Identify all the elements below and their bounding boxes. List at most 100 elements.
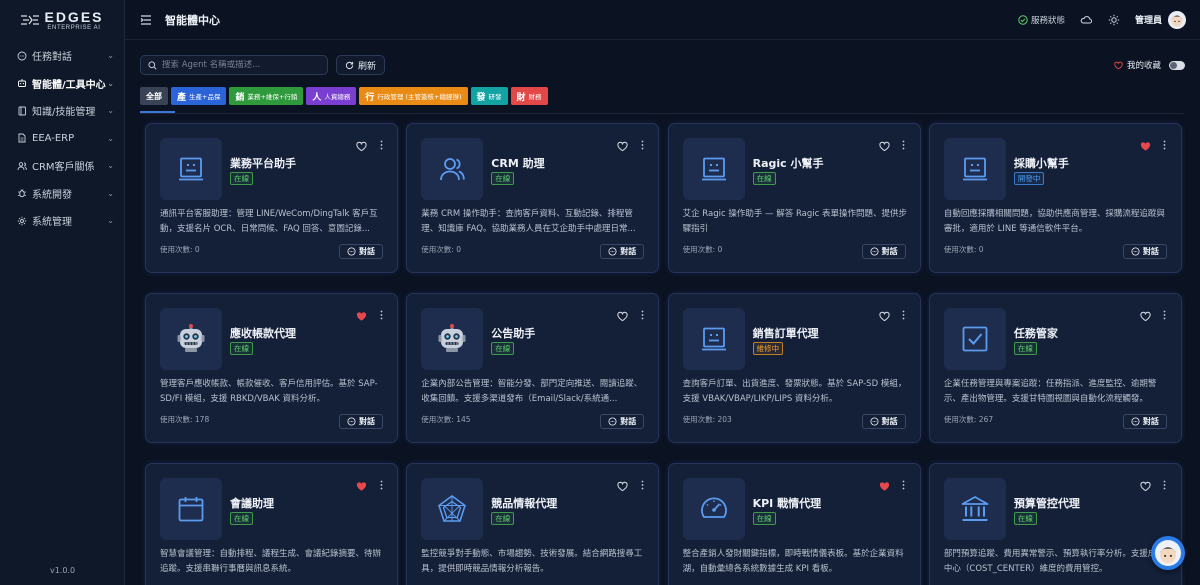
user-name[interactable]: 管理員 — [1135, 13, 1162, 26]
cloud-icon[interactable] — [1079, 13, 1093, 27]
user-avatar[interactable] — [1168, 10, 1186, 29]
heart-outline-icon[interactable] — [617, 311, 628, 322]
chat-button[interactable]: 對話 — [600, 244, 645, 259]
chat-button[interactable]: 對話 — [339, 244, 383, 259]
chat-button[interactable]: 對話 — [339, 414, 383, 429]
chevron-down-icon: ⌄ — [107, 106, 114, 116]
more-options-icon[interactable] — [638, 479, 646, 491]
sidebar: EDGES ENTERPRISE AI 任務對話 ⌄ 智能體/工具中心 ⌄ 知識/技能管… — [0, 0, 125, 585]
sidebar-item-label: CRM客戶關係 — [32, 162, 95, 174]
favorites-label: 我的收藏 — [1126, 61, 1161, 71]
heart-outline-icon[interactable] — [617, 481, 628, 492]
sidebar-item-2[interactable]: 知識/技能管理 ⌄ — [0, 97, 124, 125]
sidebar-item-1[interactable]: 智能體/工具中心 ⌄ — [0, 70, 124, 98]
top-bar: 智能體中心 服務狀態 管理員 — [125, 0, 1200, 40]
more-options-icon[interactable] — [900, 479, 908, 491]
agent-card[interactable]: 任務管家 在線 企業任務管理與專案追蹤：任務指派、進度監控、逾期警示、產出物管理。支… — [928, 293, 1182, 443]
sidebar-item-4[interactable]: CRM客戶關係 ⌄ — [0, 152, 124, 180]
chat-icon — [1131, 247, 1140, 256]
status-badge: 在線 — [1013, 342, 1037, 355]
brand-logo[interactable]: EDGES ENTERPRISE AI — [0, 0, 124, 40]
more-options-icon[interactable] — [377, 309, 385, 321]
usage-count: 使用次數: 267 — [943, 415, 994, 424]
heart-outline-icon[interactable] — [879, 311, 890, 322]
heart-outline-icon[interactable] — [879, 141, 890, 152]
agent-description: 監控競爭對手動態、市場趨勢、技術發展。結合網路搜尋工具，提供即時競品情報分析報告… — [421, 549, 643, 574]
category-tab-0[interactable]: 全部 — [140, 87, 168, 105]
chevron-down-icon: ⌄ — [107, 78, 114, 88]
agent-card[interactable]: 應收帳款代理 在線 管理客戶應收帳款、帳款催收、客戶信用評估。基於 SAP-SD/F… — [145, 293, 398, 443]
chat-button[interactable]: 對話 — [1122, 414, 1167, 429]
chat-button[interactable]: 對話 — [861, 244, 906, 259]
heart-outline-icon[interactable] — [1140, 481, 1151, 492]
toolbar: 刷新 — [140, 55, 386, 75]
category-tab-4[interactable]: 行行政管理 (主管簽核+總經辦) — [359, 87, 468, 105]
service-status[interactable]: 服務狀態 — [1018, 14, 1065, 26]
agent-card[interactable]: 公告助手 在線 企業內部公告管理：智能分發、部門定向推送、閱讀追蹤、收集回饋。支援多… — [406, 293, 660, 443]
agent-card[interactable]: 業務平台助手 在線 通訊平台客服助理：管理 LINE/WeCom/DingTalk … — [145, 123, 398, 273]
menu-toggle-icon[interactable] — [139, 13, 153, 27]
chat-icon — [608, 417, 617, 426]
category-label: 財務 — [528, 93, 542, 101]
agent-card[interactable]: 競品情報代理 在線 監控競爭對手動態、市場趨勢、技術發展。結合網路搜尋工具，提供即時… — [406, 463, 660, 585]
chat-button[interactable]: 對話 — [1122, 244, 1167, 259]
more-options-icon[interactable] — [1161, 309, 1169, 321]
search-input[interactable] — [162, 60, 320, 70]
sidebar-item-label: EEA-ERP — [32, 132, 75, 144]
heart-filled-icon[interactable] — [356, 311, 367, 322]
sidebar-item-label: 知識/技能管理 — [32, 107, 96, 119]
search-box[interactable] — [140, 55, 328, 75]
agent-card[interactable]: 銷售訂單代理 維修中 查詢客戶訂單、出貨進度、發票狀態。基於 SAP-SD 模組，支… — [667, 293, 921, 443]
more-options-icon[interactable] — [638, 309, 646, 321]
brand-name: EDGES — [44, 8, 104, 25]
sidebar-item-5[interactable]: 系統開發 ⌄ — [0, 180, 124, 208]
chat-label: 對話 — [359, 417, 375, 426]
chat-button[interactable]: 對話 — [861, 414, 906, 429]
sidebar-item-label: 任務對話 — [32, 52, 72, 64]
agent-card[interactable]: 會議助理 在線 智慧會議管理：自動排程、議程生成、會議紀錄摘要、待辦追蹤。支援串聯行… — [145, 463, 398, 585]
agent-card[interactable]: 採購小幫手 開發中 自動回應採購相關問題，協助供應商管理、採購流程追蹤與審批，適用於… — [928, 123, 1182, 273]
status-badge: 在線 — [752, 172, 776, 185]
heart-filled-icon[interactable] — [1140, 141, 1151, 152]
agent-title: KPI 戰情代理 — [752, 497, 822, 510]
usage-count: 使用次數: 178 — [160, 415, 210, 424]
category-tab-3[interactable]: 人人資總務 — [306, 87, 357, 105]
more-options-icon[interactable] — [1161, 139, 1169, 151]
more-options-icon[interactable] — [900, 139, 908, 151]
sidebar-item-0[interactable]: 任務對話 ⌄ — [0, 42, 124, 70]
category-tab-5[interactable]: 發研發 — [470, 87, 508, 105]
category-tab-2[interactable]: 銷業務+維保+行銷 — [229, 87, 304, 105]
heart-outline-icon[interactable] — [1140, 311, 1151, 322]
more-options-icon[interactable] — [1161, 479, 1169, 491]
more-options-icon[interactable] — [900, 309, 908, 321]
heart-filled-icon[interactable] — [879, 481, 890, 492]
agent-card[interactable]: 預算管控代理 在線 部門預算追蹤、費用異常警示、預算執行率分析。支援成本中心（COS… — [928, 463, 1182, 585]
agent-card[interactable]: CRM 助理 在線 業務 CRM 操作助手：查詢客戶資料、互動記錄、排程管理、知識庫… — [406, 123, 660, 273]
heart-outline-icon[interactable] — [356, 141, 367, 152]
calendar-icon — [160, 478, 222, 540]
agent-card[interactable]: KPI 戰情代理 在線 整合產銷人發財關鍵指標，即時戰情儀表板。基於企業資料湖，自動… — [667, 463, 921, 585]
category-tab-1[interactable]: 產生產+品保 — [171, 87, 227, 105]
agent-card[interactable]: Ragic 小幫手 在線 艾企 Ragic 操作助手 — 解答 Ragic 表單操作… — [667, 123, 921, 273]
chevron-down-icon: ⌄ — [107, 216, 114, 226]
chat-label: 對話 — [1142, 247, 1159, 256]
agent-title: 公告助手 — [491, 327, 536, 340]
heart-outline-icon[interactable] — [617, 141, 628, 152]
favorites-toggle[interactable] — [1169, 60, 1185, 70]
more-options-icon[interactable] — [377, 479, 385, 491]
category-label: 研發 — [488, 93, 502, 101]
category-icon: 財 — [516, 92, 526, 103]
chevron-down-icon: ⌄ — [107, 133, 114, 143]
heart-filled-icon[interactable] — [356, 481, 367, 492]
category-tab-6[interactable]: 財財務 — [510, 87, 548, 105]
chat-button[interactable]: 對話 — [600, 414, 645, 429]
more-options-icon[interactable] — [377, 139, 385, 151]
refresh-button[interactable]: 刷新 — [336, 55, 386, 75]
assistant-float-button[interactable] — [1151, 536, 1185, 570]
more-options-icon[interactable] — [638, 139, 646, 151]
sidebar-item-3[interactable]: EEA-ERP ⌄ — [0, 125, 124, 153]
theme-sun-icon[interactable] — [1107, 13, 1121, 27]
sidebar-item-6[interactable]: 系統管理 ⌄ — [0, 207, 124, 235]
chat-label: 對話 — [1142, 417, 1159, 426]
chat-icon — [347, 417, 356, 426]
